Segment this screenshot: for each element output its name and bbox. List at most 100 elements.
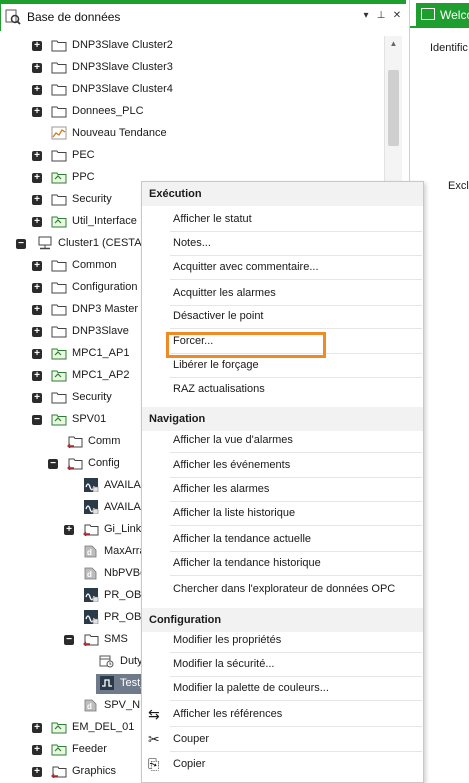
- analog-point-icon: [84, 500, 99, 514]
- collapse-icon[interactable]: −: [16, 239, 26, 249]
- collapse-icon[interactable]: −: [64, 635, 74, 645]
- expand-icon[interactable]: +: [32, 745, 42, 755]
- menu-item[interactable]: Notes...: [142, 231, 423, 255]
- calc-point-icon: d: [84, 699, 97, 712]
- tree-item-label: Util_Interface: [72, 215, 137, 227]
- expand-icon[interactable]: +: [32, 283, 42, 293]
- analog-point-icon: [84, 610, 99, 624]
- tree-item-label: Gi_Link: [104, 523, 142, 535]
- expand-icon[interactable]: +: [32, 151, 42, 161]
- tree-item-label: Cluster1 (CESTAS: [58, 237, 149, 249]
- menu-item[interactable]: Afficher la liste historique: [142, 501, 423, 525]
- folder-icon: [51, 106, 67, 118]
- scroll-thumb[interactable]: [388, 70, 399, 146]
- tree-item-label: Security: [72, 193, 112, 205]
- tree-item[interactable]: + DNP3Slave Cluster2: [0, 36, 384, 56]
- menu-item-label: Afficher la liste historique: [173, 507, 296, 519]
- server-icon: [38, 236, 52, 250]
- tree-item[interactable]: + DNP3Slave Cluster4: [0, 80, 384, 100]
- expand-icon[interactable]: +: [32, 349, 42, 359]
- folder-icon: [51, 194, 67, 206]
- expand-icon[interactable]: +: [32, 195, 42, 205]
- folder-icon: [51, 304, 67, 316]
- menu-item[interactable]: ✂ Couper: [142, 727, 423, 751]
- expand-icon[interactable]: +: [32, 371, 42, 381]
- database-search-icon: [5, 9, 21, 25]
- expand-icon[interactable]: +: [32, 305, 42, 315]
- trend-icon: [51, 126, 67, 140]
- expand-icon[interactable]: +: [32, 63, 42, 73]
- analog-point-icon: [84, 478, 99, 492]
- tree-item-label: DNP3Slave: [72, 325, 129, 337]
- folder-icon: [51, 260, 67, 272]
- menu-item[interactable]: Chercher dans l'explorateur de données O…: [142, 577, 423, 601]
- menu-item[interactable]: Acquitter les alarmes: [142, 281, 423, 305]
- collapse-icon[interactable]: −: [32, 415, 42, 425]
- tree-item[interactable]: + PEC: [0, 146, 384, 166]
- expand-icon[interactable]: +: [32, 723, 42, 733]
- expand-icon[interactable]: +: [32, 261, 42, 271]
- menu-item[interactable]: ⇆ Afficher les références: [142, 702, 423, 726]
- pin-icon[interactable]: ⊥: [374, 9, 388, 23]
- calc-point-icon: d: [84, 545, 97, 558]
- menu-item[interactable]: Modifier la sécurité...: [142, 652, 423, 676]
- svg-text:d: d: [87, 570, 92, 579]
- tree-item-label: MPC1_AP1: [72, 347, 130, 359]
- menu-item[interactable]: Afficher la vue d'alarmes: [142, 428, 423, 452]
- menu-item-label: Afficher les références: [173, 708, 283, 720]
- tree-item[interactable]: + Donnees_PLC: [0, 102, 384, 122]
- menu-item[interactable]: Afficher la tendance actuelle: [142, 527, 423, 551]
- menu-item[interactable]: Afficher les alarmes: [142, 477, 423, 501]
- menu-item-label: Libérer le forçage: [173, 359, 259, 371]
- link-folder-icon: [51, 766, 67, 778]
- tab-welcome[interactable]: Welco: [416, 3, 469, 26]
- identification-label: Identific: [430, 42, 468, 54]
- tree-item[interactable]: + DNP3Slave Cluster3: [0, 58, 384, 78]
- link-folder-icon: [83, 634, 99, 646]
- menu-item[interactable]: Afficher la tendance historique: [142, 551, 423, 575]
- green-folder-icon: [51, 414, 67, 426]
- tree-item-label: Graphics: [72, 765, 117, 777]
- link-folder-icon: [67, 436, 83, 448]
- expand-icon[interactable]: +: [32, 107, 42, 117]
- menu-item[interactable]: Afficher les événements: [142, 453, 423, 477]
- menu-separator: [170, 279, 422, 280]
- menu-item[interactable]: Désactiver le point: [142, 304, 423, 328]
- close-icon[interactable]: ✕: [390, 9, 404, 23]
- tree-item-label: Nouveau Tendance: [72, 127, 167, 139]
- menu-item[interactable]: RAZ actualisations: [142, 377, 423, 401]
- folder-icon: [51, 392, 67, 404]
- tree-item-label: PPC: [72, 171, 95, 183]
- collapse-icon[interactable]: −: [48, 459, 58, 469]
- menu-item[interactable]: ⎘ Copier: [142, 752, 423, 776]
- expand-icon[interactable]: +: [64, 525, 74, 535]
- folder-icon: [51, 40, 67, 52]
- expand-icon[interactable]: +: [32, 393, 42, 403]
- green-folder-icon: [51, 348, 67, 360]
- menu-item[interactable]: Modifier les propriétés: [142, 628, 423, 652]
- menu-item[interactable]: Acquitter avec commentaire...: [142, 255, 423, 279]
- menu-item-label: Acquitter avec commentaire...: [173, 261, 319, 273]
- expand-icon[interactable]: +: [32, 173, 42, 183]
- tree-item-label: MaxArra: [104, 545, 146, 557]
- scroll-up-icon[interactable]: ▲: [385, 36, 402, 52]
- menu-item-label: Modifier les propriétés: [173, 634, 282, 646]
- menu-section-title: Navigation: [149, 413, 206, 425]
- expand-icon[interactable]: +: [32, 217, 42, 227]
- tree-item[interactable]: Nouveau Tendance: [0, 124, 384, 144]
- expand-icon[interactable]: +: [32, 41, 42, 51]
- cut-icon: ✂: [148, 731, 160, 747]
- link-folder-icon: [67, 458, 83, 470]
- tree-item-label: Common: [72, 259, 117, 271]
- tree-item-label: MPC1_AP2: [72, 369, 130, 381]
- menu-item[interactable]: Modifier la palette de couleurs...: [142, 676, 423, 700]
- folder-icon: [51, 326, 67, 338]
- dropdown-icon[interactable]: ▾: [359, 9, 373, 23]
- expand-icon[interactable]: +: [32, 327, 42, 337]
- green-folder-icon: [51, 172, 67, 184]
- menu-item[interactable]: Afficher le statut: [142, 207, 423, 231]
- folder-icon: [51, 84, 67, 96]
- expand-icon[interactable]: +: [32, 85, 42, 95]
- expand-icon[interactable]: +: [32, 767, 42, 777]
- menu-item-label: Modifier la palette de couleurs...: [173, 682, 329, 694]
